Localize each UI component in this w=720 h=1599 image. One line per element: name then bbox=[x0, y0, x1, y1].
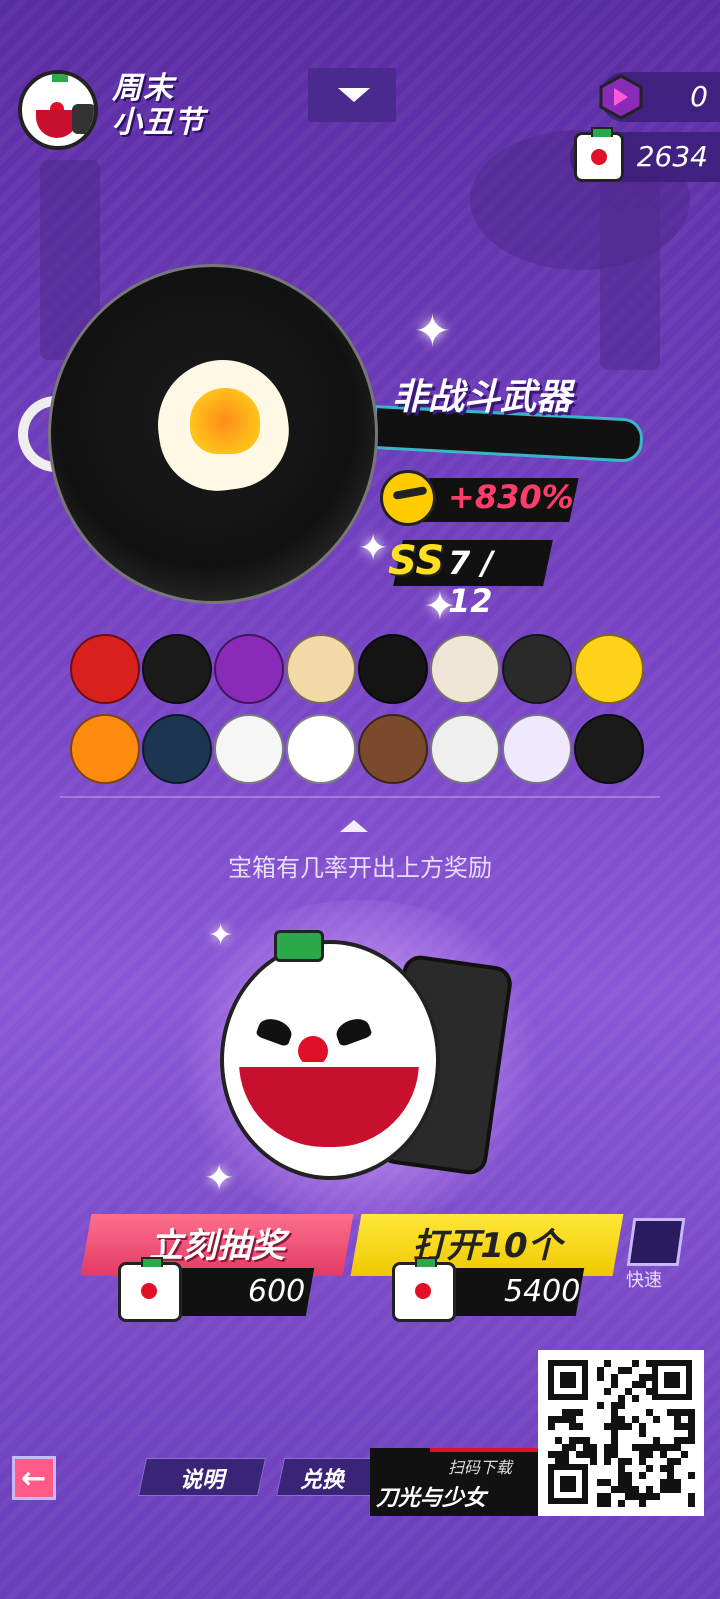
clown-box-icon bbox=[392, 1257, 456, 1322]
clown-box-icon bbox=[574, 127, 624, 182]
gem-icon bbox=[599, 74, 643, 120]
draw-now-cost: 600 bbox=[248, 1274, 306, 1309]
gem-counter: 0 bbox=[599, 72, 720, 122]
chevron-down-icon bbox=[338, 88, 370, 102]
clown-chest-icon[interactable] bbox=[220, 930, 440, 1180]
brand-label: 刀光与少女 bbox=[376, 1486, 487, 1511]
box-counter: 2634 bbox=[570, 127, 720, 182]
lego-head-icon bbox=[574, 634, 644, 704]
event-title: 周末 小丑节 bbox=[112, 71, 205, 140]
blonde-twintails-icon bbox=[286, 634, 356, 704]
bear-head-icon bbox=[358, 714, 428, 784]
clown-icon bbox=[18, 70, 98, 150]
fast-mode-checkbox[interactable] bbox=[626, 1218, 686, 1266]
goat-skull-mask-icon bbox=[430, 634, 500, 704]
box-head-icon bbox=[430, 714, 500, 784]
clown-box-icon bbox=[118, 1257, 182, 1322]
rarity-progress: SS 7 / 12 bbox=[388, 538, 553, 620]
sparkle-icon: ✦ bbox=[358, 528, 389, 569]
download-promo[interactable]: 扫码下载 刀光与少女 bbox=[370, 1448, 540, 1516]
box-count: 2634 bbox=[636, 140, 708, 173]
event-dropdown-button[interactable] bbox=[308, 68, 396, 122]
black-bob-hair-icon bbox=[142, 634, 212, 704]
open-ten-cost: 5400 bbox=[504, 1274, 581, 1309]
back-button[interactable]: ← bbox=[12, 1456, 56, 1500]
chevron-up-icon bbox=[340, 820, 368, 832]
scan-download-label: 扫码下载 bbox=[448, 1458, 513, 1477]
item-showcase bbox=[18, 264, 658, 614]
sparkle-icon: ✦ bbox=[204, 1158, 235, 1199]
purple-robot-helmet-icon bbox=[214, 634, 284, 704]
rarity-count: 7 / 12 bbox=[448, 544, 494, 620]
smirk-face-icon bbox=[380, 470, 436, 526]
drop-hint-text: 宝箱有几率开出上方奖励 bbox=[228, 854, 492, 882]
grim-hood-icon bbox=[574, 714, 644, 784]
sparkle-icon: ✦ bbox=[414, 306, 451, 357]
reward-grid bbox=[70, 630, 644, 790]
fish-head-icon bbox=[502, 714, 572, 784]
nutcracker-hat-icon bbox=[70, 634, 140, 704]
arrow-left-icon: ← bbox=[21, 1461, 47, 1496]
orange-visor-helmet-icon bbox=[502, 634, 572, 704]
bonus-stat: +830% bbox=[380, 470, 580, 526]
exchange-label: 兑换 bbox=[299, 1468, 344, 1493]
yolk bbox=[190, 388, 260, 454]
white-rabbit-head-icon bbox=[214, 714, 284, 784]
gem-count: 0 bbox=[690, 80, 708, 113]
rarity-grade: SS bbox=[388, 538, 445, 584]
black-rabbit-mask-icon bbox=[358, 634, 428, 704]
clown-face-icon bbox=[286, 714, 356, 784]
sparkle-icon: ✦ bbox=[208, 918, 234, 953]
fast-mode-label: 快速 bbox=[626, 1270, 662, 1291]
weapon-type-label: 非战斗武器 bbox=[392, 377, 573, 418]
cyber-helmet-icon bbox=[142, 714, 212, 784]
info-label: 说明 bbox=[179, 1468, 224, 1493]
pumpkin-head-icon bbox=[70, 714, 140, 784]
open-ten-label: 打开10个 bbox=[412, 1226, 562, 1266]
draw-now-label: 立刻抽奖 bbox=[149, 1226, 285, 1266]
bonus-value: +830% bbox=[448, 478, 574, 516]
qr-code bbox=[538, 1350, 704, 1516]
event-header: 周末 小丑节 bbox=[8, 64, 238, 154]
divider bbox=[60, 796, 660, 798]
